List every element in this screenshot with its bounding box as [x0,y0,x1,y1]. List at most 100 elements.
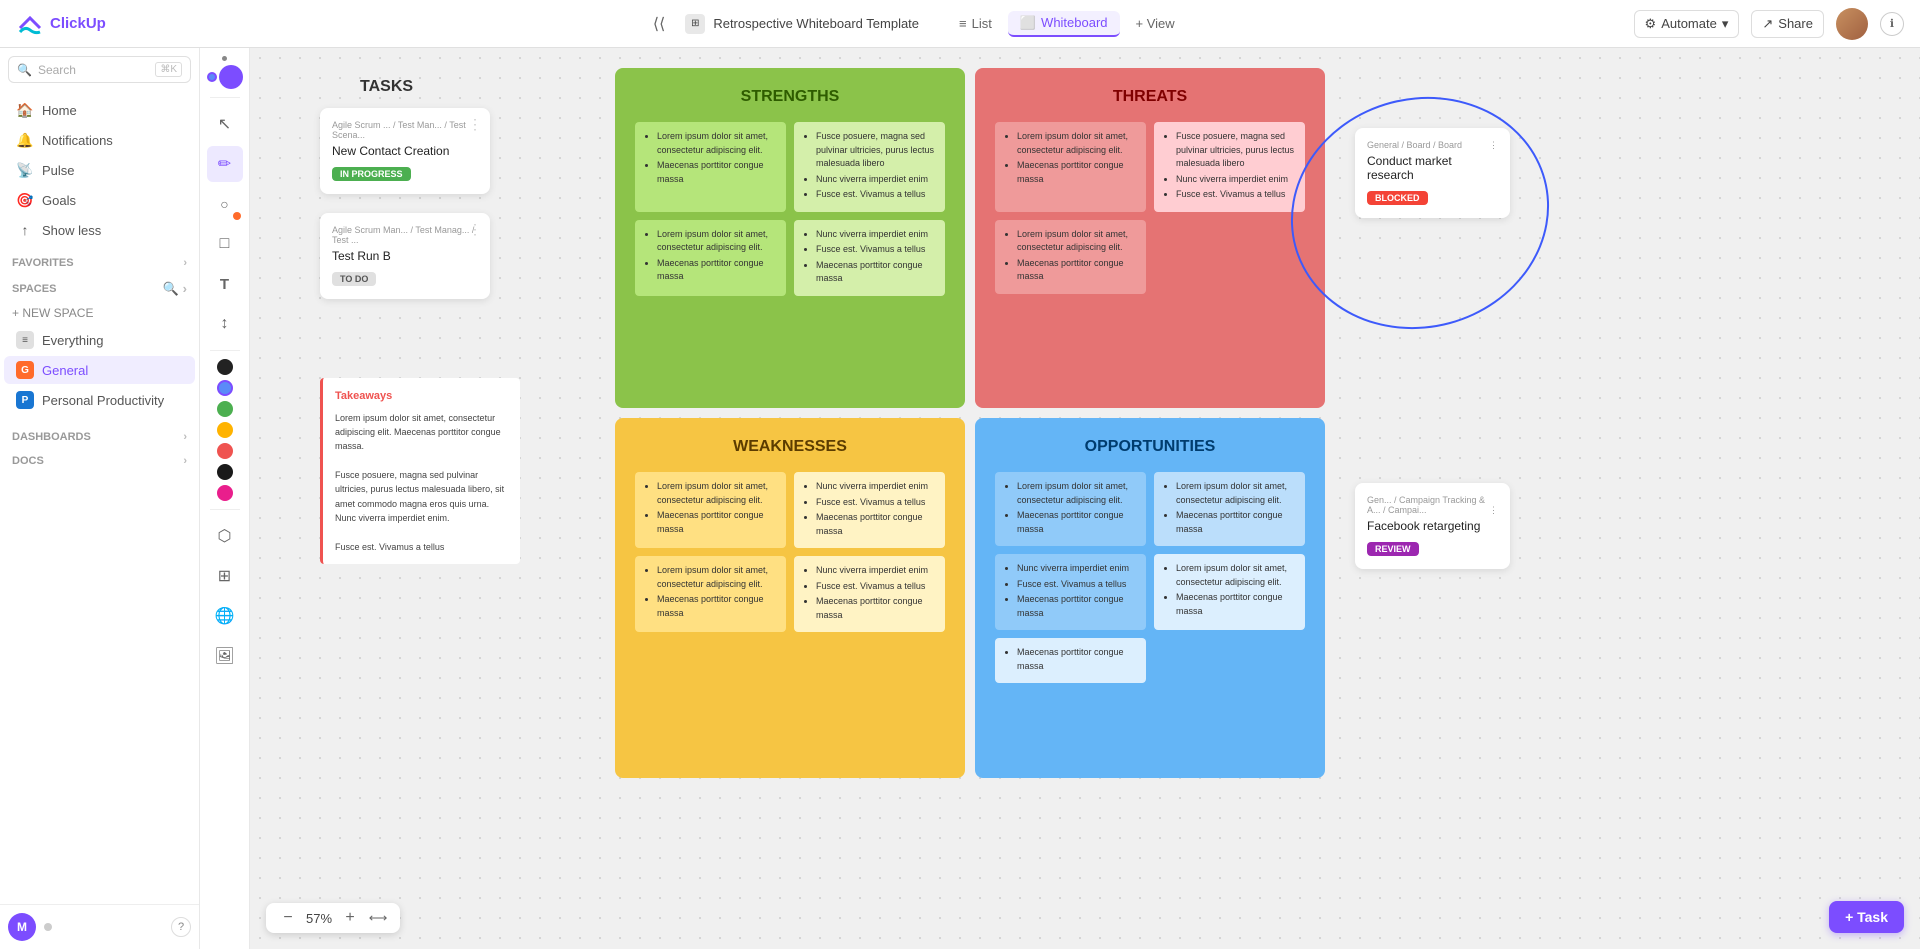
tools-panel: ↖ ✏ ○ □ T ↕ ⬡ ⊞ 🌐 🖼 [200,48,250,949]
general-icon: G [16,361,34,379]
strengths-note-3: Lorem ipsum dolor sit amet, consectetur … [635,220,786,296]
zoom-out-btn[interactable]: − [278,909,298,927]
color-pink[interactable] [217,485,233,501]
weaknesses-note-3: Lorem ipsum dolor sit amet, consectetur … [635,556,786,632]
tool-connect[interactable]: ⬡ [207,518,243,554]
main-layout: 🔍 Search ⌘K 🏠 Home 🔔 Notifications 📡 Pul… [0,48,1920,949]
everything-icon: ≡ [16,331,34,349]
zoom-fit-btn[interactable]: ⟷ [368,910,388,926]
quadrant-threats: THREATS Lorem ipsum dolor sit amet, cons… [975,68,1325,408]
color-dark[interactable] [217,464,233,480]
opportunities-notes: Lorem ipsum dolor sit amet, consectetur … [995,472,1305,683]
automate-button[interactable]: ⚙ Automate ▾ [1634,10,1740,38]
fb-meta: Gen... / Campaign Tracking & A... / Camp… [1367,495,1498,515]
strengths-note-1: Lorem ipsum dolor sit amet, consectetur … [635,122,786,212]
sidebar-item-general[interactable]: G General [4,356,195,384]
zoom-in-btn[interactable]: + [340,909,360,927]
task-options-1[interactable]: ⋮ [468,116,482,133]
task-card-test-run[interactable]: Agile Scrum Man... / Test Manag... / Tes… [320,213,490,299]
tool-select[interactable]: ↖ [207,106,243,142]
takeaways-card: Takeaways Lorem ipsum dolor sit amet, co… [320,378,520,564]
spaces-section: SPACES 🔍 › [0,273,199,301]
tool-text[interactable]: T [207,266,243,302]
new-space-button[interactable]: + NEW SPACE [0,301,199,325]
tab-add-view[interactable]: + View [1124,12,1187,35]
sidebar-bottom: M ? [0,904,199,949]
docs-expand[interactable]: › [183,455,187,467]
fb-retargeting-card[interactable]: Gen... / Campaign Tracking & A... / Camp… [1355,483,1510,569]
status-dot[interactable] [44,923,52,931]
color-palette [217,359,233,501]
quadrant-opportunities: OPPORTUNITIES Lorem ipsum dolor sit amet… [975,418,1325,778]
show-less-icon: ↑ [16,222,34,238]
active-tool-indicator [207,72,217,82]
opp-note-1: Lorem ipsum dolor sit amet, consectetur … [995,472,1146,546]
sidebar-item-notifications[interactable]: 🔔 Notifications [4,126,195,155]
add-task-button[interactable]: + Task [1829,901,1904,933]
task-options-2[interactable]: ⋮ [468,221,482,238]
color-yellow[interactable] [217,422,233,438]
color-green[interactable] [217,401,233,417]
tool-globe[interactable]: 🌐 [207,598,243,634]
sidebar-item-everything[interactable]: ≡ Everything [4,326,195,354]
fb-options[interactable]: ⋮ [1489,505,1498,516]
quadrant-weaknesses: WEAKNESSES Lorem ipsum dolor sit amet, c… [615,418,965,778]
strengths-title: STRENGTHS [635,88,945,106]
threats-notes: Lorem ipsum dolor sit amet, consectetur … [995,122,1305,294]
color-blue-active[interactable] [217,380,233,396]
task-status-1: IN PROGRESS [332,167,411,181]
personal-icon: P [16,391,34,409]
color-black[interactable] [217,359,233,375]
search-box[interactable]: 🔍 Search ⌘K [8,56,191,83]
fb-title: Facebook retargeting [1367,519,1498,533]
favorites-section: FAVORITES › [0,249,199,273]
spaces-search-btn[interactable]: 🔍 [162,281,178,297]
market-research-card[interactable]: General / Board / Board ⋮ Conduct market… [1355,128,1510,218]
color-red[interactable] [217,443,233,459]
goals-icon: 🎯 [16,192,34,209]
info-button[interactable]: ℹ [1880,12,1904,36]
strengths-notes: Lorem ipsum dolor sit amet, consectetur … [635,122,945,296]
sidebar-item-pulse[interactable]: 📡 Pulse [4,156,195,185]
tool-pen[interactable]: ✏ [207,146,243,182]
tab-whiteboard[interactable]: ⬜ Whiteboard [1008,11,1120,37]
weaknesses-notes: Lorem ipsum dolor sit amet, consectetur … [635,472,945,632]
sidebar-item-show-less[interactable]: ↑ Show less [4,216,195,244]
tool-separator-3 [210,509,240,510]
app-logo[interactable]: ClickUp [16,10,206,38]
opp-note-2: Lorem ipsum dolor sit amet, consectetur … [1154,472,1305,546]
share-button[interactable]: ↗ Share [1751,10,1824,38]
favorites-expand[interactable]: › [183,257,187,269]
tool-shape[interactable]: ○ [207,186,243,222]
opp-note-5: Maecenas porttitor congue massa [995,638,1146,683]
tab-list[interactable]: ≡ List [947,12,1004,35]
user-avatar-sidebar[interactable]: M [8,913,36,941]
market-options[interactable]: ⋮ [1489,140,1498,151]
market-title: Conduct market research [1367,154,1498,182]
sidebar-item-goals[interactable]: 🎯 Goals [4,186,195,215]
spaces-expand-btn[interactable]: › [183,281,187,297]
help-button[interactable]: ? [171,917,191,937]
tool-image[interactable]: 🖼 [207,638,243,674]
threats-note-2: Fusce posuere, magna sed pulvinar ultric… [1154,122,1305,212]
topbar-right: ⚙ Automate ▾ ↗ Share ℹ [1634,8,1904,40]
user-avatar[interactable] [1836,8,1868,40]
tool-note[interactable]: □ [207,226,243,262]
task-title-2: Test Run B [332,249,478,263]
canvas-area[interactable]: TASKS Agile Scrum ... / Test Man... / Te… [250,48,1920,949]
task-status-2: TO DO [332,272,376,286]
tool-group[interactable]: ⊞ [207,558,243,594]
tool-transform[interactable]: ↕ [207,306,243,342]
opp-note-3: Nunc viverra imperdiet enimFusce est. Vi… [995,554,1146,630]
opp-note-4: Lorem ipsum dolor sit amet, consectetur … [1154,554,1305,630]
spaces-actions: 🔍 › [162,281,187,297]
sidebar-item-home[interactable]: 🏠 Home [4,96,195,125]
sidebar-item-personal[interactable]: P Personal Productivity [4,386,195,414]
task-card-new-contact[interactable]: Agile Scrum ... / Test Man... / Test Sce… [320,108,490,194]
dashboards-expand[interactable]: › [183,431,187,443]
sidebar-collapse-btn[interactable]: ⟨⟨ [653,14,665,34]
pulse-icon: 📡 [16,162,34,179]
quadrant-strengths: STRENGTHS Lorem ipsum dolor sit amet, co… [615,68,965,408]
breadcrumb: ⊞ Retrospective Whiteboard Template [685,14,919,34]
pen-active-circle [219,65,243,89]
